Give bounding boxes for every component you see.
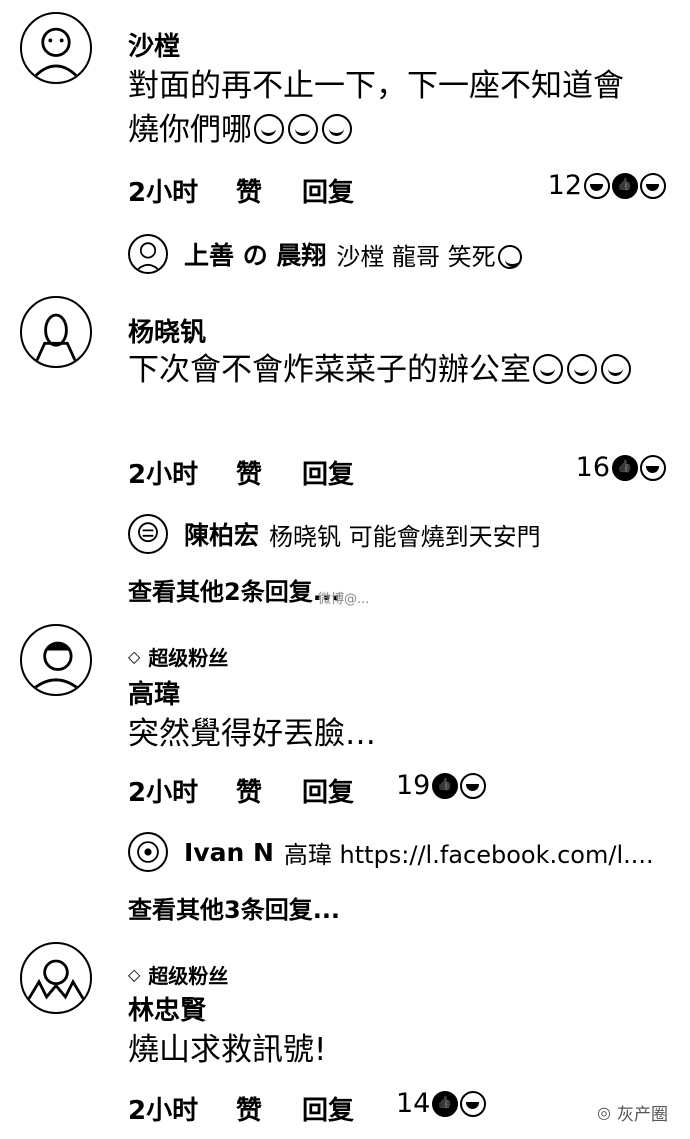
- comment-actions: 2小时 赞 回复 16: [128, 452, 674, 494]
- comment-text: 突然覺得好丟臉…: [128, 716, 376, 752]
- reaction-summary[interactable]: 16: [576, 452, 666, 483]
- avatar[interactable]: [20, 296, 92, 368]
- like-button[interactable]: 赞: [236, 454, 262, 491]
- like-button[interactable]: 赞: [236, 1090, 262, 1127]
- comment-time: 2小时: [128, 178, 199, 208]
- reply-button[interactable]: 回复: [302, 1090, 354, 1127]
- wechat-icon: ◎: [597, 1103, 611, 1122]
- haha-reaction-icon: [640, 172, 666, 199]
- reply-button[interactable]: 回复: [302, 172, 354, 209]
- laughing-emoji-icon: [288, 114, 318, 144]
- comment-author[interactable]: 沙樘: [128, 26, 180, 63]
- reply-text: 沙樘 龍哥 笑死: [336, 237, 523, 272]
- laughing-emoji-icon: [497, 244, 522, 269]
- comment-text: 下次會不會炸菜菜子的辦公室: [128, 348, 650, 392]
- comment-text: 對面的再不止一下，下一座不知道會燒你們哪: [128, 68, 624, 148]
- like-button[interactable]: 赞: [236, 772, 262, 809]
- haha-reaction-icon: [584, 172, 610, 199]
- haha-reaction-icon: [640, 454, 666, 481]
- laughing-emoji-icon: [254, 114, 284, 144]
- comment-time: 2小时: [128, 778, 199, 808]
- reaction-summary[interactable]: 14: [396, 1088, 487, 1119]
- like-reaction-icon: [612, 454, 638, 481]
- reply-author[interactable]: 陳柏宏: [184, 516, 259, 552]
- reply-button[interactable]: 回复: [302, 454, 354, 491]
- reply-avatar: [128, 832, 168, 872]
- avatar[interactable]: [20, 942, 92, 1014]
- reaction-summary[interactable]: 19: [396, 770, 487, 801]
- reply-text: 杨晓钒 可能會燒到天安門: [269, 522, 541, 551]
- comment-time: 2小时: [128, 1096, 199, 1126]
- reaction-count: 16: [575, 452, 610, 483]
- super-fan-badge: ◇ 超级粉丝: [128, 964, 229, 988]
- laughing-emoji-icon: [601, 354, 631, 384]
- reply-preview[interactable]: 上善 の 晨翔 沙樘 龍哥 笑死: [128, 232, 674, 276]
- reply-preview[interactable]: Ivan N 高瑋 https://l.facebook.com/l....: [128, 830, 674, 874]
- reply-button[interactable]: 回复: [302, 772, 354, 809]
- comment-actions: 2小时 赞 回复 19: [128, 770, 674, 812]
- reaction-summary[interactable]: 12: [548, 170, 666, 201]
- diamond-icon: ◇: [128, 647, 141, 666]
- reply-text[interactable]: 高瑋 https://l.facebook.com/l....: [284, 835, 654, 870]
- laughing-emoji-icon: [322, 114, 352, 144]
- view-more-replies[interactable]: 查看其他2条回复...: [128, 572, 340, 607]
- like-reaction-icon: [612, 172, 638, 199]
- comment-author[interactable]: 杨晓钒: [128, 312, 206, 349]
- comment-time: 2小时: [128, 460, 199, 490]
- diamond-icon: ◇: [128, 965, 141, 984]
- comment-actions: 2小时 赞 回复 14: [128, 1088, 674, 1130]
- reply-avatar: [128, 234, 168, 274]
- reply-author[interactable]: Ivan N: [184, 838, 274, 867]
- haha-reaction-icon: [460, 772, 487, 799]
- watermark: 微博@...: [318, 592, 370, 607]
- reply-preview[interactable]: 陳柏宏 杨晓钒 可能會燒到天安門: [128, 512, 674, 556]
- watermark: ◎ 灰产圈: [597, 1103, 668, 1125]
- comment-author[interactable]: 林忠賢: [128, 990, 206, 1027]
- avatar[interactable]: [20, 624, 92, 696]
- super-fan-badge: ◇ 超级粉丝: [128, 646, 229, 670]
- reaction-count: 14: [396, 1088, 431, 1119]
- like-reaction-icon: [432, 772, 459, 799]
- avatar[interactable]: [20, 12, 92, 84]
- laughing-emoji-icon: [567, 354, 597, 384]
- like-button[interactable]: 赞: [236, 172, 262, 209]
- view-more-replies[interactable]: 查看其他3条回复...: [128, 890, 340, 925]
- reaction-count: 12: [547, 170, 582, 201]
- comment-text: 燒山求救訊號!: [128, 1032, 327, 1068]
- reply-avatar: [128, 514, 168, 554]
- like-reaction-icon: [432, 1090, 459, 1117]
- laughing-emoji-icon: [533, 354, 563, 384]
- comment-actions: 2小时 赞 回复 12: [128, 170, 674, 212]
- haha-reaction-icon: [460, 1090, 487, 1117]
- reply-author[interactable]: 上善 の 晨翔: [184, 236, 326, 272]
- comment-author[interactable]: 高瑋: [128, 674, 180, 711]
- reaction-count: 19: [396, 770, 431, 801]
